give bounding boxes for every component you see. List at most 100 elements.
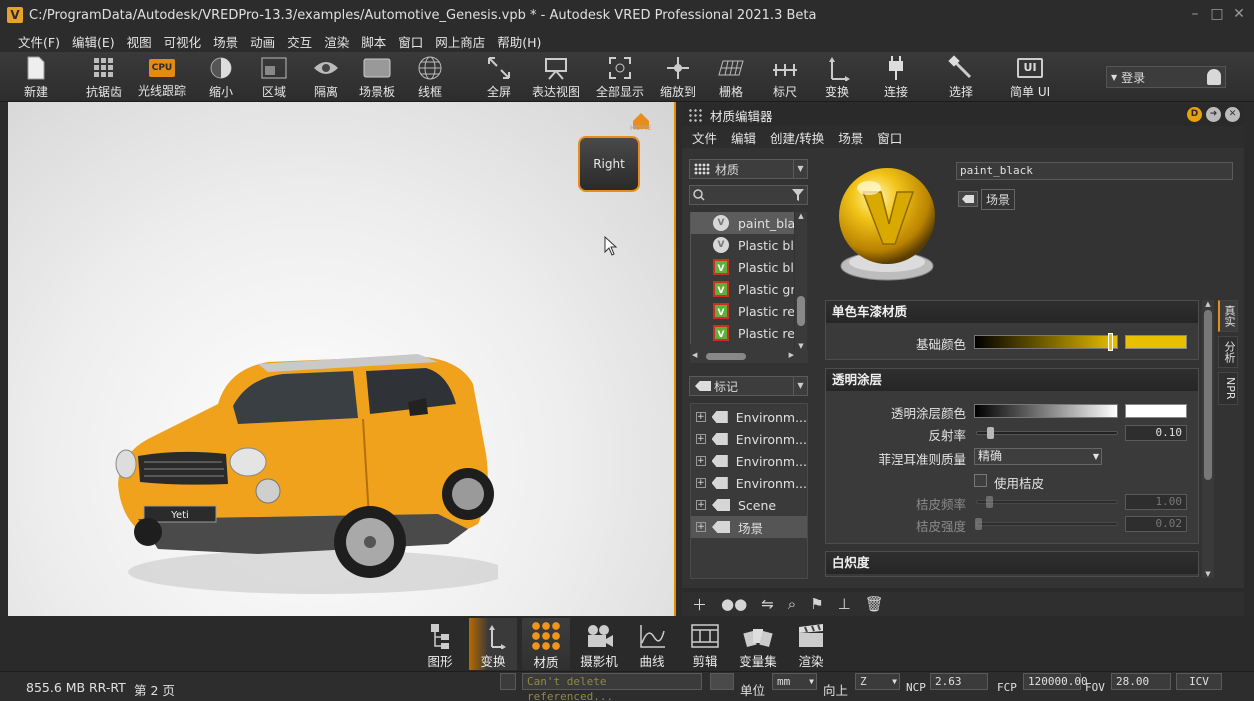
sweep-icon[interactable]: ⊥ <box>838 595 851 613</box>
menu-render[interactable]: 渲染 <box>324 32 349 51</box>
tab-realistic[interactable]: 真实 <box>1218 300 1238 332</box>
scroll-up-icon[interactable]: ▲ <box>1202 300 1214 308</box>
list-item[interactable]: V Plastic red <box>690 322 794 344</box>
orange-peel-intensity-knob[interactable] <box>975 518 982 530</box>
list-item[interactable]: + Environm... <box>691 450 807 472</box>
region-button[interactable]: 区域 <box>260 54 288 100</box>
section-title[interactable]: 透明涂层 <box>826 369 1198 391</box>
hscroll-thumb[interactable] <box>706 353 746 360</box>
section-title[interactable]: 单色车漆材质 <box>826 301 1198 323</box>
reflectivity-slider-knob[interactable] <box>987 427 994 439</box>
dock-transform[interactable]: 变换 <box>469 618 517 670</box>
list-item[interactable]: V Plastic red <box>690 300 794 322</box>
fullscreen-button[interactable]: 全屏 <box>485 54 513 100</box>
expand-icon[interactable]: + <box>696 412 706 422</box>
show-all-button[interactable]: 全部显示 <box>596 54 644 100</box>
maximize-icon[interactable]: □ <box>1210 7 1224 21</box>
clearcoat-color-swatch[interactable] <box>1125 404 1187 418</box>
list-item[interactable]: Vpaint_black <box>690 212 794 234</box>
me-menu-file[interactable]: 文件 <box>692 128 717 147</box>
tab-npr[interactable]: NPR <box>1218 372 1238 405</box>
expand-icon[interactable]: + <box>696 434 706 444</box>
scene-tag-badge[interactable]: 场景 <box>958 188 1016 210</box>
tab-analytic[interactable]: 分析 <box>1218 336 1238 368</box>
up-axis-select[interactable]: Z ▼ <box>855 673 900 690</box>
menu-help[interactable]: 帮助(H) <box>497 32 541 51</box>
material-list-hscrollbar[interactable]: ◀ ▶ <box>690 350 808 363</box>
dock-variant-sets[interactable]: 变量集 <box>734 618 782 670</box>
section-title[interactable]: 白炽度 <box>826 552 1198 574</box>
orange-peel-checkbox[interactable] <box>974 474 987 487</box>
expand-icon[interactable]: + <box>696 500 706 510</box>
connect-button[interactable]: 连接 <box>882 54 910 100</box>
assign-icon[interactable]: ⚑ <box>810 595 823 613</box>
zoom-out-button[interactable]: 缩小 <box>207 54 235 100</box>
menu-window[interactable]: 窗口 <box>398 32 423 51</box>
grid-button[interactable]: 栅格 <box>717 54 745 100</box>
list-item[interactable]: + Environm... <box>691 472 807 494</box>
clearcoat-color-gradient[interactable] <box>974 404 1118 418</box>
dock-d-icon[interactable]: D <box>1187 107 1202 122</box>
dock-curves[interactable]: 曲线 <box>628 618 676 670</box>
zoom-to-button[interactable]: 缩放到 <box>660 54 696 100</box>
scroll-down-icon[interactable]: ▼ <box>795 342 807 350</box>
base-color-gradient[interactable] <box>974 335 1118 349</box>
list-item[interactable]: + Scene <box>691 494 807 516</box>
fcp-input[interactable]: 120000.00 <box>1023 673 1088 690</box>
list-item[interactable]: V Plastic black <box>690 234 794 256</box>
expand-icon[interactable]: + <box>696 478 706 488</box>
list-item[interactable]: + Environm... <box>691 406 807 428</box>
wireframe-button[interactable]: 线框 <box>416 54 444 100</box>
material-search-input[interactable] <box>689 185 808 205</box>
trash-icon[interactable]: 🗑 <box>865 595 884 613</box>
base-color-swatch[interactable] <box>1125 335 1187 349</box>
filter-funnel-icon[interactable] <box>791 188 805 202</box>
tag-filter-dropdown[interactable]: 标记 ▼ <box>689 376 808 396</box>
swap-icon[interactable]: ⇋ <box>761 595 774 613</box>
unit-select[interactable]: mm ▼ <box>772 673 817 690</box>
raytracing-button[interactable]: CPU 光线跟踪 <box>138 54 186 100</box>
ncp-input[interactable]: 2.63 <box>930 673 988 690</box>
grip-icon[interactable] <box>688 108 702 122</box>
group-dots-icon[interactable]: ●● <box>721 595 747 613</box>
presentation-button[interactable]: 表达视图 <box>532 54 580 100</box>
add-icon[interactable]: ＋ <box>692 594 707 615</box>
gradient-handle[interactable] <box>1108 333 1113 351</box>
navigation-cube[interactable]: Right <box>578 136 640 192</box>
find-icon[interactable]: ⌕ <box>788 595 796 613</box>
fov-input[interactable]: 28.00 <box>1111 673 1171 690</box>
antialias-button[interactable]: 抗锯齿 <box>86 54 122 100</box>
scroll-thumb[interactable] <box>797 296 805 326</box>
dock-materials[interactable]: 材质 <box>522 618 570 670</box>
orange-peel-frequency-knob[interactable] <box>986 496 993 508</box>
orange-peel-frequency-value[interactable]: 1.00 <box>1125 494 1187 510</box>
menu-animation[interactable]: 动画 <box>250 32 275 51</box>
minimize-icon[interactable]: – <box>1188 7 1202 21</box>
expand-icon[interactable]: + <box>696 456 706 466</box>
close-icon[interactable]: ✕ <box>1232 7 1246 21</box>
menu-scene[interactable]: 场景 <box>213 32 238 51</box>
scroll-up-icon[interactable]: ▲ <box>795 212 807 220</box>
me-menu-scene[interactable]: 场景 <box>838 128 863 147</box>
select-button[interactable]: 选择 <box>947 54 975 100</box>
expand-icon[interactable]: + <box>696 522 706 532</box>
close-panel-icon[interactable]: ✕ <box>1225 107 1240 122</box>
material-name-input[interactable]: paint_black <box>956 162 1233 180</box>
menu-interaction[interactable]: 交互 <box>287 32 312 51</box>
material-list-scrollbar[interactable]: ▲ ▼ <box>795 212 807 350</box>
me-menu-create[interactable]: 创建/转换 <box>770 128 824 147</box>
menu-edit[interactable]: 编辑(E) <box>72 32 115 51</box>
menu-visualization[interactable]: 可视化 <box>164 32 202 51</box>
icv-button[interactable]: ICV <box>1176 673 1222 690</box>
material-filter-dropdown[interactable]: 材质 ▼ <box>689 159 808 179</box>
list-item[interactable]: + Environm... <box>691 428 807 450</box>
menu-script[interactable]: 脚本 <box>361 32 386 51</box>
scene-plate-button[interactable]: 场景板 <box>359 54 395 100</box>
scroll-down-icon[interactable]: ▼ <box>1202 570 1214 578</box>
arrow-right-icon[interactable]: ➜ <box>1206 107 1221 122</box>
properties-scrollbar[interactable]: ▲ ▼ <box>1202 300 1214 578</box>
menu-view[interactable]: 视图 <box>127 32 152 51</box>
dock-graph[interactable]: 图形 <box>416 618 464 670</box>
menu-webshop[interactable]: 网上商店 <box>435 32 485 51</box>
new-button[interactable]: 新建 <box>22 54 50 100</box>
